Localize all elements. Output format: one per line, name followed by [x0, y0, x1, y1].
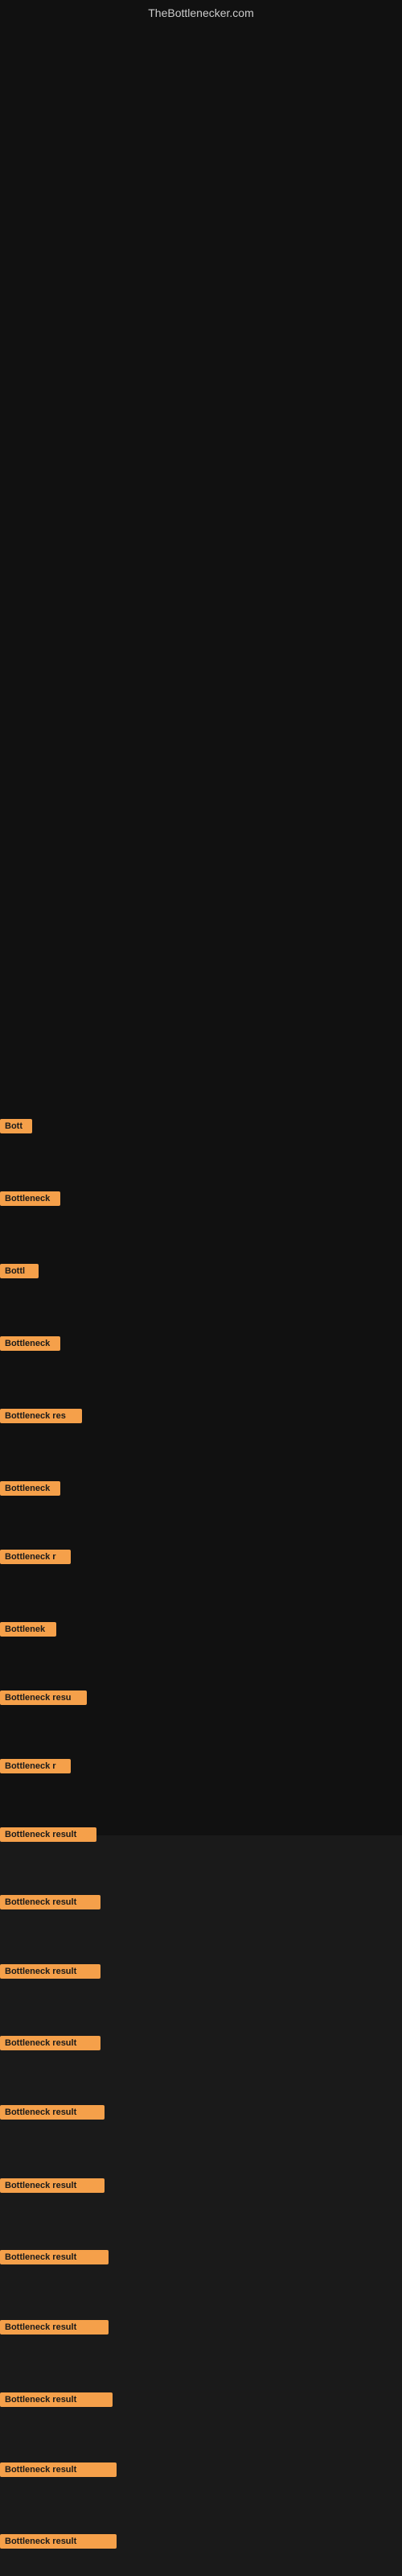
bottleneck-result-label[interactable]: Bottleneck result: [0, 2250, 109, 2264]
bottleneck-result-label[interactable]: Bottleneck result: [0, 2105, 105, 2120]
bottleneck-result-label[interactable]: Bott: [0, 1119, 32, 1133]
bottleneck-result-label[interactable]: Bottleneck result: [0, 2320, 109, 2334]
bottleneck-result-label[interactable]: Bottleneck result: [0, 1895, 100, 1909]
bottleneck-result-label[interactable]: Bottleneck result: [0, 1827, 96, 1842]
bottleneck-result-label[interactable]: Bottlenek: [0, 1622, 56, 1637]
bottleneck-result-label[interactable]: Bottl: [0, 1264, 39, 1278]
bottleneck-result-label[interactable]: Bottleneck result: [0, 2036, 100, 2050]
bottleneck-result-label[interactable]: Bottleneck result: [0, 2534, 117, 2549]
bottleneck-result-label[interactable]: Bottleneck: [0, 1336, 60, 1351]
bottleneck-result-label[interactable]: Bottleneck result: [0, 2462, 117, 2477]
site-title: TheBottlenecker.com: [148, 6, 254, 19]
bottleneck-result-label[interactable]: Bottleneck result: [0, 1964, 100, 1979]
bottleneck-result-label[interactable]: Bottleneck res: [0, 1409, 82, 1423]
bottleneck-result-label[interactable]: Bottleneck r: [0, 1759, 71, 1773]
bottleneck-result-label[interactable]: Bottleneck result: [0, 2392, 113, 2407]
bottleneck-result-label[interactable]: Bottleneck result: [0, 2178, 105, 2193]
bottleneck-result-label[interactable]: Bottleneck r: [0, 1550, 71, 1564]
bottleneck-result-label[interactable]: Bottleneck: [0, 1191, 60, 1206]
bottleneck-result-label[interactable]: Bottleneck resu: [0, 1690, 87, 1705]
bottleneck-result-label[interactable]: Bottleneck: [0, 1481, 60, 1496]
page-content: TheBottlenecker.com Bott Bottleneck Bottl B…: [0, 0, 402, 2576]
